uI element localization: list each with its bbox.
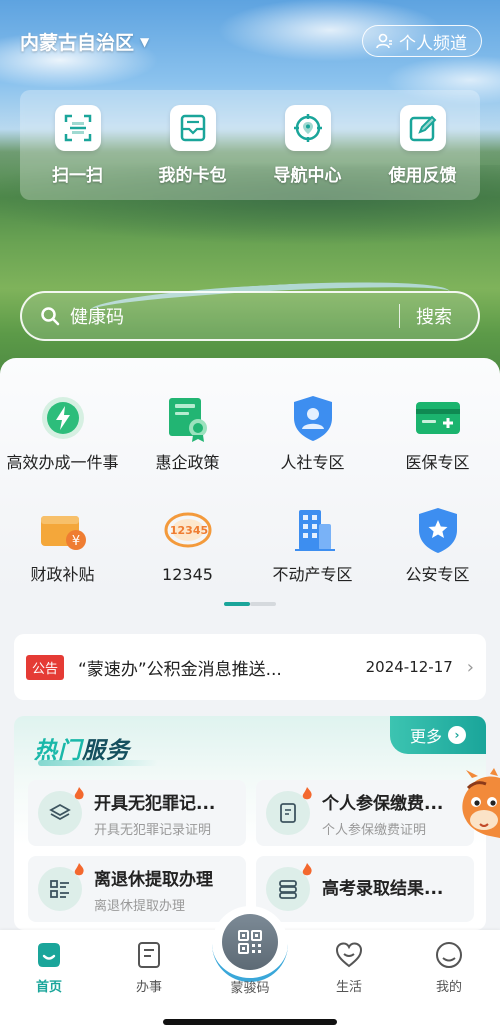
- building-icon: [287, 504, 339, 556]
- service-label: 人社专区: [280, 453, 345, 472]
- notice-tag: 公告: [26, 654, 65, 680]
- more-label: 更多: [409, 727, 442, 746]
- center-tab-label: 蒙骏码: [230, 981, 270, 996]
- person-icon: [376, 33, 392, 49]
- region-label: 内蒙古自治区: [20, 32, 135, 54]
- wallet-yuan-icon: ¥: [37, 504, 89, 556]
- document-icon: [138, 942, 160, 968]
- flame-icon: [302, 787, 312, 800]
- hot-service-title: 高考录取结果...: [322, 879, 444, 899]
- profile-face-icon: [436, 942, 462, 968]
- personal-channel-label: 个人频道: [399, 33, 467, 54]
- notice-bar[interactable]: 公告 “蒙速办”公积金消息推送... 2024-12-17 ›: [14, 634, 486, 700]
- scan-icon: [54, 104, 101, 151]
- personal-channel-button[interactable]: 个人频道: [362, 25, 482, 57]
- service-medical-insurance[interactable]: 医保专区: [375, 392, 500, 492]
- lightning-icon: [37, 392, 89, 444]
- service-efficient-one-thing[interactable]: 高效办成一件事: [0, 392, 125, 492]
- home-icon: [38, 943, 60, 967]
- qr-code-icon: [238, 930, 262, 954]
- page-dot: [250, 602, 276, 606]
- center-qr-button[interactable]: [222, 914, 278, 970]
- tab-affairs[interactable]: 办事: [114, 940, 184, 995]
- caret-down-icon: ▼: [140, 34, 150, 49]
- layers-icon: [38, 787, 84, 835]
- hot-service-title: 个人参保缴费...: [322, 793, 444, 814]
- navigation-icon: [284, 104, 331, 151]
- quick-actions-panel: 扫一扫 我的卡包 导航中心 使用反馈: [20, 90, 480, 200]
- quick-action-card-wallet[interactable]: 我的卡包: [143, 104, 243, 186]
- notice-text: “蒙速办”公积金消息推送...: [78, 659, 282, 680]
- flame-icon: [74, 787, 84, 800]
- service-hotline-12345[interactable]: 12345 12345: [125, 504, 250, 604]
- quick-action-label: 扫一扫: [52, 165, 103, 186]
- search-input[interactable]: 健康码: [70, 303, 399, 329]
- flame-icon: [302, 863, 312, 876]
- service-fiscal-subsidy[interactable]: ¥ 财政补贴: [0, 504, 125, 604]
- more-button[interactable]: 更多 ›: [390, 716, 486, 754]
- service-public-security[interactable]: 公安专区: [375, 504, 500, 604]
- certificate-icon: [162, 392, 214, 444]
- flame-icon: [74, 863, 84, 876]
- quick-action-feedback[interactable]: 使用反馈: [373, 104, 473, 186]
- service-label: 惠企政策: [155, 453, 220, 472]
- search-icon: [41, 307, 60, 326]
- chevron-right-icon: ›: [466, 656, 474, 678]
- tab-life[interactable]: 生活: [314, 940, 384, 995]
- service-enterprise-policy[interactable]: 惠企政策: [125, 392, 250, 492]
- search-button[interactable]: 搜索: [400, 303, 478, 329]
- service-label: 财政补贴: [30, 565, 95, 584]
- quick-action-label: 导航中心: [273, 165, 342, 186]
- notice-date: 2024-12-17: [365, 658, 453, 676]
- heart-icon: [335, 942, 363, 968]
- service-label: 高效办成一件事: [6, 453, 119, 472]
- service-grid: 高效办成一件事 惠企政策 人社专区 医保专区 ¥ 财政补贴 12345 1234…: [0, 392, 500, 604]
- service-label: 不动产专区: [272, 565, 353, 584]
- quick-action-label: 使用反馈: [388, 165, 457, 186]
- chevron-right-icon: ›: [448, 726, 466, 744]
- hot-service-card[interactable]: 开具无犯罪记... 开具无犯罪记录证明: [28, 780, 246, 846]
- card-wallet-icon: [169, 104, 216, 151]
- service-social-security[interactable]: 人社专区: [250, 392, 375, 492]
- tab-label: 办事: [135, 980, 162, 995]
- hot-service-title: 离退休提取办理: [94, 869, 213, 890]
- page-indicator: [224, 602, 276, 606]
- tab-label: 首页: [35, 980, 62, 995]
- service-label: 12345: [162, 565, 213, 584]
- region-selector[interactable]: 内蒙古自治区 ▼: [20, 28, 149, 55]
- hotline-12345-icon: 12345: [162, 504, 214, 556]
- medical-card-icon: [412, 392, 464, 444]
- hot-service-card[interactable]: 高考录取结果...: [256, 856, 474, 922]
- police-shield-icon: [412, 504, 464, 556]
- tab-label: 我的: [435, 980, 462, 995]
- document-badge-icon: [266, 787, 312, 835]
- search-bar[interactable]: 健康码 搜索: [20, 291, 480, 341]
- quick-action-navigation[interactable]: 导航中心: [258, 104, 358, 186]
- tab-home[interactable]: 首页: [14, 940, 84, 995]
- quick-action-label: 我的卡包: [158, 165, 227, 186]
- service-real-estate[interactable]: 不动产专区: [250, 504, 375, 604]
- mascot-horse-icon[interactable]: [450, 768, 500, 852]
- home-indicator: [163, 1019, 337, 1025]
- svg-text:12345: 12345: [169, 524, 207, 537]
- hot-service-title: 开具无犯罪记...: [94, 793, 216, 814]
- service-label: 公安专区: [405, 565, 470, 584]
- hot-service-card[interactable]: 个人参保缴费... 个人参保缴费证明: [256, 780, 474, 846]
- feedback-icon: [399, 104, 446, 151]
- hot-service-card[interactable]: 离退休提取办理 离退休提取办理: [28, 856, 246, 922]
- tab-mine[interactable]: 我的: [414, 940, 484, 995]
- database-icon: [266, 863, 312, 911]
- svg-text:¥: ¥: [71, 534, 79, 549]
- hot-services-title: 热门服务: [34, 738, 130, 764]
- service-label: 医保专区: [405, 453, 470, 472]
- social-security-shield-icon: [287, 392, 339, 444]
- hot-service-subtitle: 离退休提取办理: [94, 898, 186, 914]
- tab-label: 生活: [335, 980, 362, 995]
- hot-service-subtitle: 开具无犯罪记录证明: [94, 822, 212, 838]
- grid-list-icon: [38, 863, 84, 911]
- hot-service-subtitle: 个人参保缴费证明: [322, 822, 427, 838]
- quick-action-scan[interactable]: 扫一扫: [28, 104, 128, 186]
- page-dot-active: [224, 602, 250, 606]
